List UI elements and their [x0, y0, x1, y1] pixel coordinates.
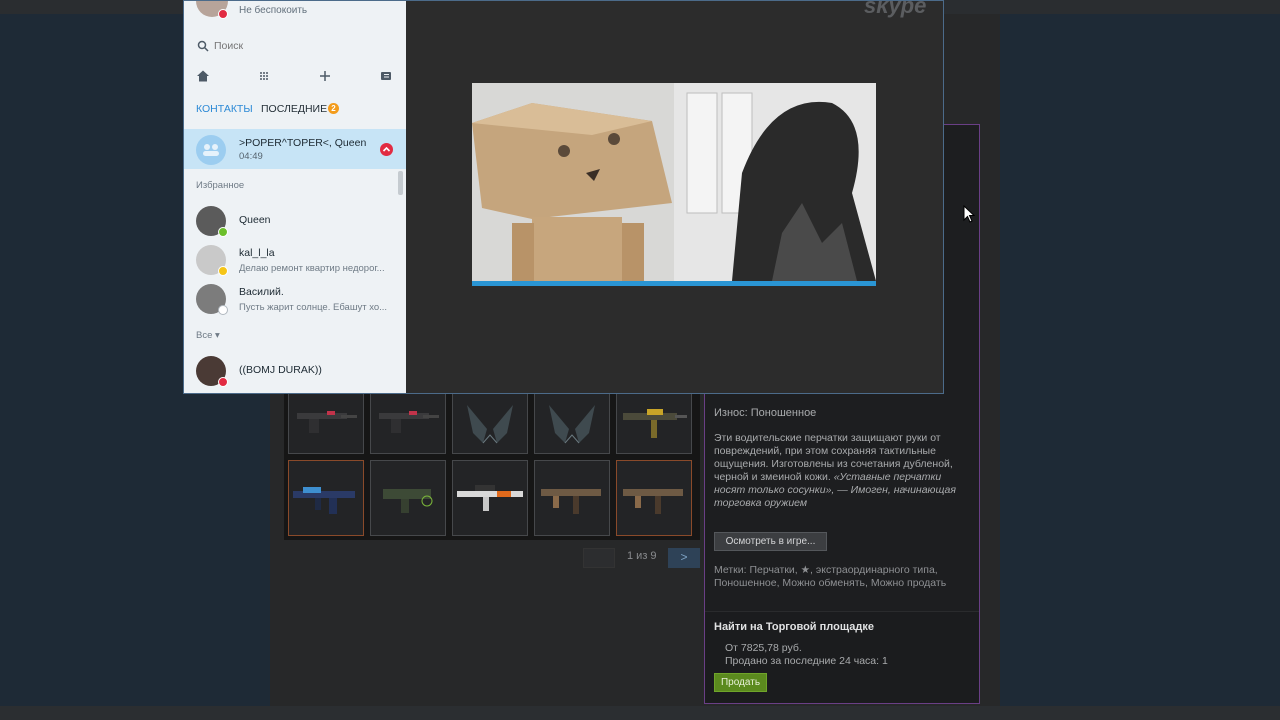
skype-window: Не беспокоить КОНТАКТЫ ПОСЛЕДНИЕ 2 >POPE…: [183, 0, 944, 394]
chevron-up-icon: [382, 146, 391, 152]
contact-name: ((BOMJ DURAK)): [239, 364, 322, 376]
group-icon: [203, 144, 219, 156]
all-contacts-label[interactable]: Все ▾: [196, 330, 220, 341]
inventory-slot[interactable]: [534, 392, 610, 454]
online-status-icon: [218, 227, 228, 237]
recent-count-badge: 2: [328, 103, 339, 114]
search-input[interactable]: [214, 37, 394, 55]
all-label-text: Все: [196, 330, 213, 341]
away-status-icon: [218, 266, 228, 276]
inventory-slot[interactable]: [288, 460, 364, 536]
contact-item[interactable]: kal_l_la Делаю ремонт квартир недорог...: [184, 241, 398, 279]
rifle-icon: [379, 411, 439, 433]
conversation-time: 04:49: [239, 151, 263, 162]
favorites-label: Избранное: [196, 180, 245, 191]
rifle-icon: [541, 489, 601, 514]
inventory-slot[interactable]: [616, 460, 692, 536]
skype-banner-image: [472, 83, 876, 286]
inventory-slot[interactable]: [288, 392, 364, 454]
inventory-slot[interactable]: [534, 460, 610, 536]
pager-info: 1 из 9: [627, 550, 657, 562]
smg-icon: [383, 489, 433, 513]
gloves-icon: [467, 405, 513, 444]
market-price: От 7825,78 руб.: [725, 642, 802, 654]
busy-status-icon: [218, 9, 228, 19]
conversation-name: >POPER^TOPER<, Queen: [239, 137, 367, 149]
sell-button[interactable]: Продать: [714, 673, 767, 692]
inventory-slot[interactable]: [452, 392, 528, 454]
add-icon[interactable]: [318, 69, 332, 83]
inventory-grid: [284, 392, 700, 540]
contact-item[interactable]: ((BOMJ DURAK)): [184, 352, 398, 390]
alert-icon: [380, 143, 393, 156]
contact-item[interactable]: Queen: [184, 202, 398, 240]
rifle-icon: [293, 487, 355, 514]
item-description: Эти водительские перчатки защищают руки …: [714, 432, 972, 510]
skype-sidebar: Не беспокоить КОНТАКТЫ ПОСЛЕДНИЕ 2 >POPE…: [184, 1, 406, 393]
group-avatar: [196, 135, 226, 165]
pager-next-button[interactable]: >: [668, 548, 700, 568]
sniper-icon: [457, 485, 523, 511]
item-wear: Износ: Поношенное: [714, 407, 817, 419]
inventory-slot[interactable]: [452, 460, 528, 536]
banner-progress-bar: [472, 281, 876, 286]
offline-status-icon: [218, 305, 228, 315]
skype-main-area: skype: [406, 0, 943, 393]
pager-prev-button[interactable]: [583, 548, 615, 568]
add-contact-icon[interactable]: [379, 69, 393, 83]
dialpad-icon[interactable]: [257, 69, 271, 83]
bottom-bar: [0, 706, 1280, 720]
status-label[interactable]: Не беспокоить: [239, 5, 307, 16]
rifle-icon: [623, 489, 683, 514]
contact-name: Василий.: [239, 286, 284, 298]
contact-mood: Делаю ремонт квартир недорог...: [239, 263, 385, 274]
skype-logo: skype: [864, 0, 927, 18]
inventory-slot[interactable]: [370, 460, 446, 536]
home-icon[interactable]: [196, 69, 210, 83]
rifle-icon: [623, 409, 687, 438]
mouse-cursor-icon: [963, 205, 975, 223]
inventory-slot[interactable]: [370, 392, 446, 454]
contact-item[interactable]: Василий. Пусть жарит солнце. Ебашут хо..…: [184, 280, 398, 318]
sidebar-scrollbar[interactable]: [398, 171, 403, 195]
inventory-slot[interactable]: [616, 392, 692, 454]
rifle-icon: [297, 411, 357, 433]
tab-recent[interactable]: ПОСЛЕДНИЕ: [261, 103, 327, 115]
contact-name: Queen: [239, 214, 271, 226]
market-section: Найти на Торговой площадке От 7825,78 ру…: [705, 611, 979, 703]
item-tags: Метки: Перчатки, ★, экстраординарного ти…: [714, 564, 947, 589]
busy-status-icon: [218, 377, 228, 387]
inspect-in-game-button[interactable]: Осмотреть в игре...: [714, 532, 827, 551]
gloves-icon: [549, 405, 595, 444]
danbo-artwork: [472, 83, 876, 281]
search-icon: [197, 40, 209, 52]
contact-name: kal_l_la: [239, 247, 275, 259]
tab-contacts[interactable]: КОНТАКТЫ: [196, 103, 253, 115]
market-sold-count: Продано за последние 24 часа: 1: [725, 655, 888, 667]
caret-down-icon: ▾: [215, 330, 220, 341]
market-title: Найти на Торговой площадке: [714, 621, 874, 633]
contact-mood: Пусть жарит солнце. Ебашут хо...: [239, 302, 388, 313]
active-conversation[interactable]: >POPER^TOPER<, Queen 04:49: [184, 129, 406, 169]
